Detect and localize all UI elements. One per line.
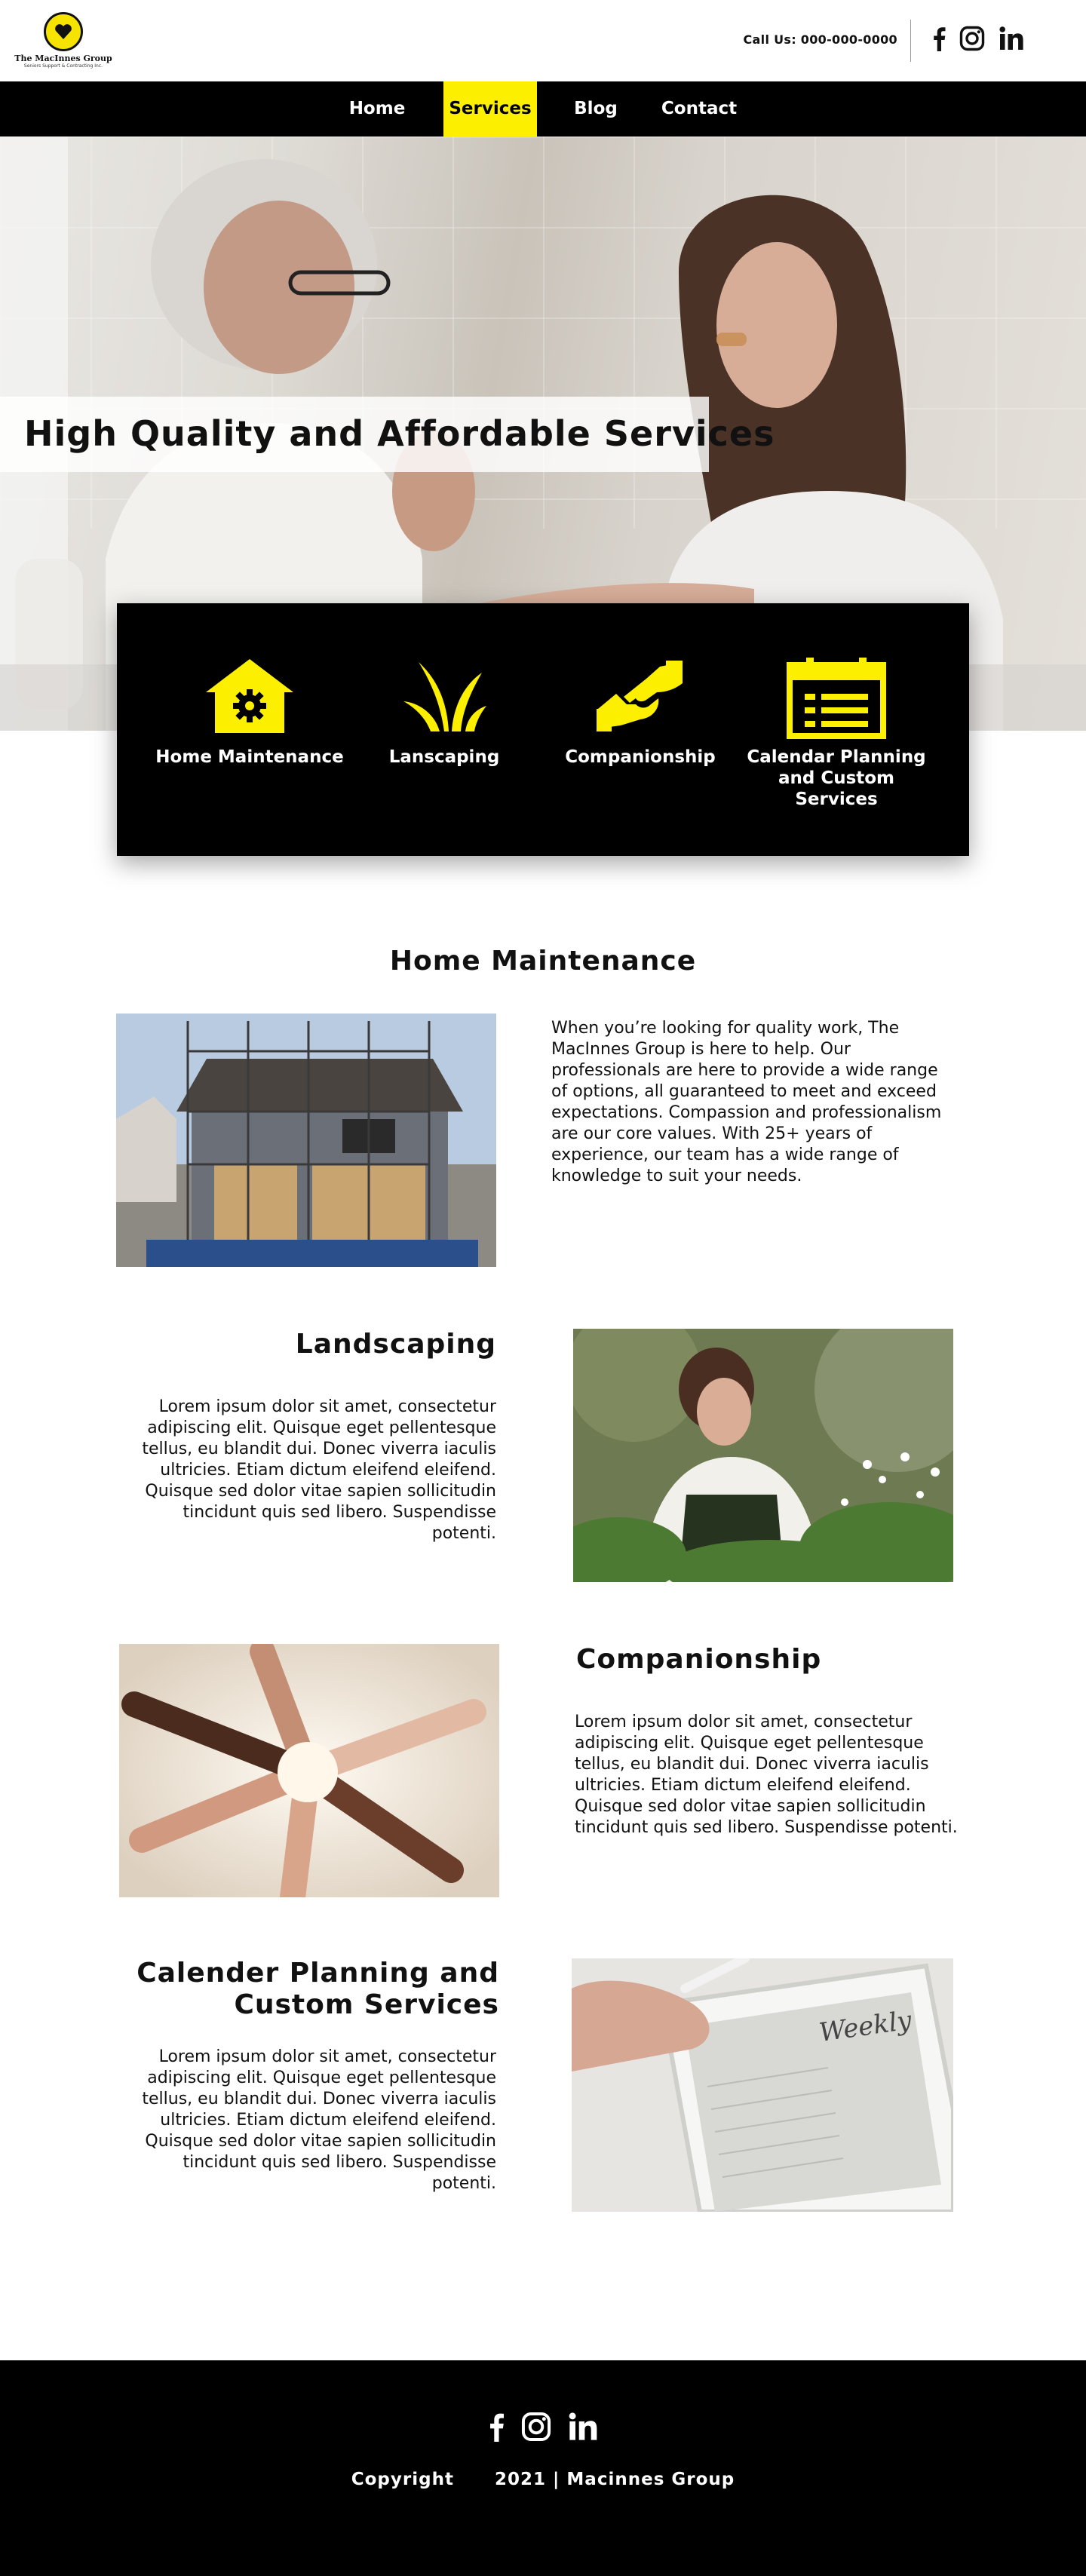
- section-title-line-1: Calender Planning and: [137, 1958, 499, 1989]
- service-card-landscaping[interactable]: Lanscaping: [346, 656, 542, 768]
- instagram-icon[interactable]: [959, 26, 985, 51]
- linkedin-icon[interactable]: [999, 26, 1024, 51]
- heart-icon: [55, 24, 72, 39]
- landscaping-text: Lorem ipsum dolor sit amet, consectetur …: [142, 1397, 496, 1543]
- linkedin-icon[interactable]: [568, 2412, 598, 2442]
- companionship-photo: [119, 1644, 499, 1897]
- handshake-icon: [597, 661, 683, 731]
- companionship-text: Lorem ipsum dolor sit amet, consectetur …: [575, 1713, 958, 1837]
- nav-item-contact[interactable]: Contact: [653, 81, 745, 136]
- hero-title-box: High Quality and Affordable Services: [0, 397, 775, 472]
- home-maintenance-photo: [116, 1014, 496, 1267]
- service-label: Home Maintenance: [155, 747, 344, 767]
- service-label: Companionship: [565, 747, 716, 767]
- logo-subtitle: Seniors Support & Contracting Inc.: [23, 63, 103, 69]
- section-title-line-2: Custom Services: [234, 1989, 499, 2020]
- service-card-calendar[interactable]: Calendar Planning and Custom Services: [738, 656, 934, 810]
- instagram-icon[interactable]: [521, 2412, 551, 2442]
- site-footer: Copyright 2021 | Macinnes Group: [0, 2360, 1086, 2576]
- section-title-companionship: Companionship: [576, 1644, 822, 1675]
- calendar-photo: Weekly: [572, 1958, 953, 2212]
- calendar-icon: [787, 658, 886, 739]
- logo[interactable]: The MacInnes Group Seniors Support & Con…: [14, 12, 113, 72]
- service-label: Calendar Planning and Custom Services: [747, 747, 926, 809]
- copyright-text: Copyright 2021 | Macinnes Group: [351, 2470, 735, 2489]
- calendar-text: Lorem ipsum dolor sit amet, consectetur …: [142, 2047, 496, 2193]
- service-card-home-maintenance[interactable]: Home Maintenance: [152, 656, 348, 768]
- service-card-companionship[interactable]: Companionship: [542, 656, 738, 768]
- home-maintenance-text: When you’re looking for quality work, Th…: [551, 1019, 942, 1185]
- facebook-icon[interactable]: [932, 26, 946, 51]
- call-us-text[interactable]: Call Us: 000-000-0000: [744, 32, 897, 47]
- nav-item-home[interactable]: Home: [337, 81, 417, 136]
- plant-icon: [403, 662, 486, 731]
- hero-title: High Quality and Affordable Services: [24, 413, 775, 454]
- footer-social-links: [0, 2412, 1086, 2442]
- landscaping-photo: [573, 1329, 953, 1582]
- service-label: Lanscaping: [388, 747, 500, 767]
- section-title-landscaping: Landscaping: [295, 1329, 496, 1360]
- nav-item-blog[interactable]: Blog: [563, 81, 628, 136]
- section-title-calendar: Calender Planning and Custom Services: [116, 1958, 499, 2021]
- nav-item-services[interactable]: Services: [443, 81, 537, 140]
- main-nav: Home Services Blog Contact: [0, 81, 1086, 140]
- site-header: The MacInnes Group Seniors Support & Con…: [0, 0, 1086, 81]
- logo-name: The MacInnes Group: [14, 54, 112, 63]
- header-social-links: [932, 26, 1024, 51]
- header-divider: [910, 20, 911, 62]
- services-summary: Home Maintenance Lanscaping Companionshi…: [117, 603, 969, 856]
- house-gear-icon: [206, 659, 293, 733]
- section-title-home-maintenance: Home Maintenance: [389, 946, 697, 977]
- logo-badge: [44, 12, 83, 51]
- facebook-icon[interactable]: [488, 2412, 505, 2442]
